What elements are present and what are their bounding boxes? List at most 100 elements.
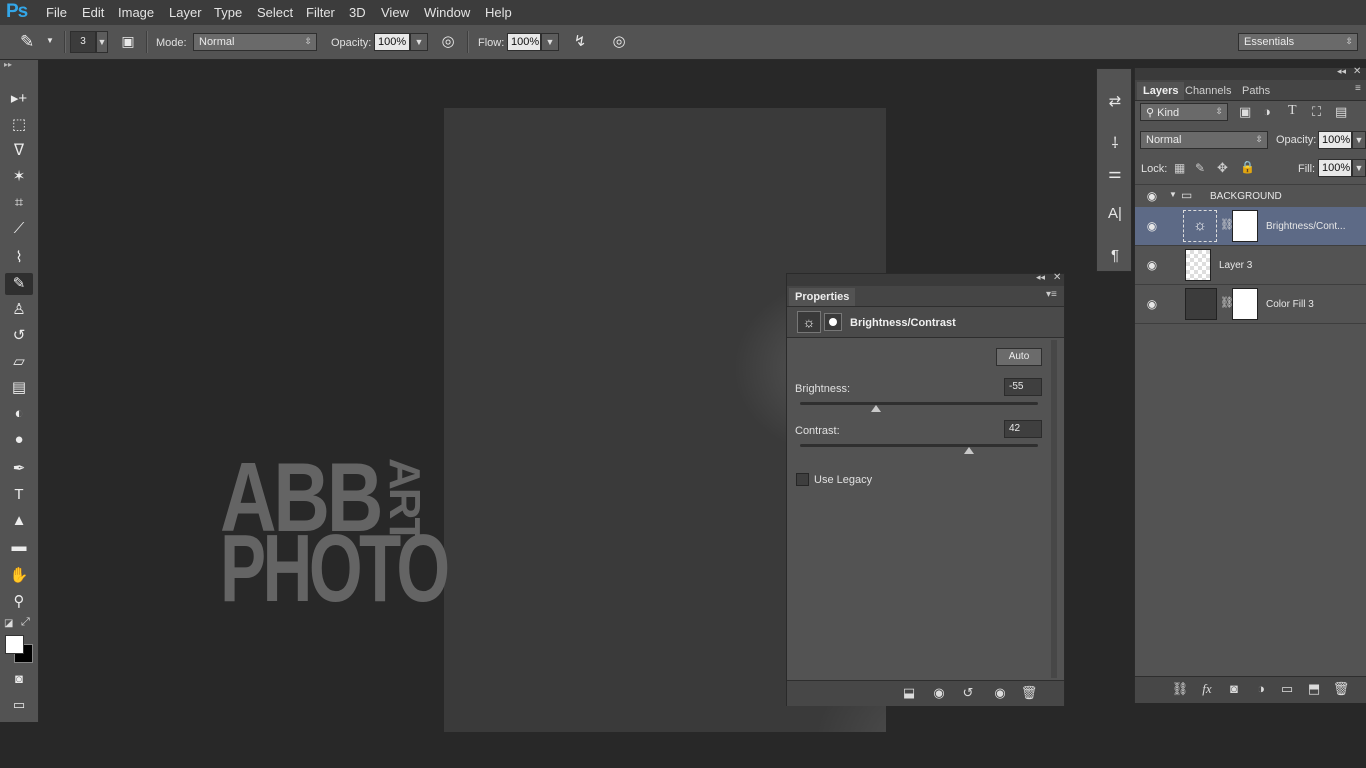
menu-layer[interactable]: Layer <box>169 5 202 20</box>
menu-edit[interactable]: Edit <box>82 5 104 20</box>
layer-opacity-dropdown[interactable]: ▼ <box>1352 131 1366 149</box>
lock-all-icon[interactable]: 🔒 <box>1240 160 1255 174</box>
brush-panel-toggle-icon[interactable]: ▣ <box>118 33 138 50</box>
layer-mask-icon[interactable] <box>824 313 842 331</box>
fx-icon[interactable]: fx <box>1198 681 1216 697</box>
gradient-tool-icon[interactable]: ▤ <box>5 377 33 399</box>
menu-3d[interactable]: 3D <box>349 5 366 20</box>
layer-filter-dropdown[interactable]: ⚲ Kind ⇳ <box>1140 103 1228 121</box>
tab-properties[interactable]: Properties <box>789 288 856 306</box>
collapse-panel-icon[interactable]: ◂◂ <box>1036 272 1045 283</box>
lock-transparent-icon[interactable]: ▦ <box>1174 161 1185 175</box>
clip-to-layer-icon[interactable]: ⬓ <box>900 685 918 701</box>
layer-row-color-fill-3[interactable]: ◉ ⛓ Color Fill 3 <box>1135 285 1366 324</box>
brush-preset-dropdown-icon[interactable]: ▼ <box>46 36 54 45</box>
default-colors-icon[interactable]: ◪ <box>4 618 13 629</box>
magic-wand-tool-icon[interactable]: ✶ <box>5 166 33 188</box>
layer-mask-thumbnail[interactable] <box>1232 210 1258 242</box>
opacity-field[interactable]: 100% <box>374 33 410 51</box>
new-layer-icon[interactable]: ⬒ <box>1305 681 1323 697</box>
rectangle-tool-icon[interactable]: ▬ <box>5 536 33 558</box>
layer-group-row[interactable]: ◉ ▼ ▭ BACKGROUND <box>1135 184 1366 208</box>
menu-view[interactable]: View <box>381 5 409 20</box>
eraser-tool-icon[interactable]: ▱ <box>5 351 33 373</box>
zoom-tool-icon[interactable]: ⚲ <box>5 591 33 613</box>
quick-mask-icon[interactable]: ◙ <box>5 668 33 690</box>
menu-select[interactable]: Select <box>257 5 293 20</box>
brightness-adjustment-icon[interactable]: ☼ <box>797 311 821 333</box>
hand-tool-icon[interactable]: ✋ <box>5 565 33 587</box>
auto-button[interactable]: Auto <box>996 348 1042 366</box>
close-icon[interactable]: ✕ <box>1353 66 1361 77</box>
new-adjustment-layer-icon[interactable]: ◑ <box>1252 681 1270 696</box>
add-mask-icon[interactable]: ◙ <box>1225 681 1243 696</box>
brightness-field[interactable]: -55 <box>1004 378 1042 396</box>
crop-tool-icon[interactable]: ⌗ <box>5 192 33 214</box>
filter-smart-object-icon[interactable]: ▤ <box>1335 104 1347 120</box>
view-previous-state-icon[interactable]: ◉ <box>930 685 948 701</box>
blend-mode-dropdown[interactable]: Normal ⇳ <box>1140 131 1268 149</box>
lock-position-icon[interactable]: ✥ <box>1217 160 1228 176</box>
reset-icon[interactable]: ↺ <box>959 685 977 701</box>
lasso-tool-icon[interactable]: ᐁ <box>5 140 33 162</box>
brush-presets-icon[interactable]: ⸸ <box>1103 133 1127 155</box>
marquee-tool-icon[interactable]: ⬚ <box>5 114 33 136</box>
visibility-eye-icon[interactable]: ◉ <box>1142 258 1162 272</box>
filter-type-icon[interactable]: T <box>1288 103 1297 119</box>
history-brush-tool-icon[interactable]: ↺ <box>5 325 33 347</box>
tab-paths[interactable]: Paths <box>1236 82 1276 100</box>
fill-dropdown[interactable]: ▼ <box>1352 159 1366 177</box>
blur-tool-icon[interactable]: ◐ <box>5 403 33 425</box>
menu-file[interactable]: File <box>46 5 67 20</box>
visibility-eye-icon[interactable]: ◉ <box>1142 297 1162 311</box>
flow-dropdown[interactable]: ▼ <box>541 33 559 51</box>
tab-layers[interactable]: Layers <box>1137 82 1185 100</box>
tab-channels[interactable]: Channels <box>1179 82 1237 100</box>
contrast-slider-thumb[interactable] <box>963 447 974 454</box>
mode-dropdown[interactable]: Normal ⇳ <box>193 33 317 51</box>
workspace-dropdown[interactable]: Essentials ⇳ <box>1238 33 1358 51</box>
panel-menu-icon[interactable]: ▾≡ <box>1046 289 1057 300</box>
menu-filter[interactable]: Filter <box>306 5 335 20</box>
path-selection-tool-icon[interactable]: ▲ <box>5 510 33 532</box>
fill-field[interactable]: 100% <box>1318 159 1352 177</box>
expand-triangle-icon[interactable]: ▼ <box>1169 190 1177 199</box>
dodge-tool-icon[interactable]: ● <box>5 429 33 451</box>
layer-row-layer-3[interactable]: ◉ Layer 3 <box>1135 246 1366 285</box>
brightness-slider-track[interactable] <box>800 402 1038 405</box>
eyedropper-tool-icon[interactable]: ⟋ <box>5 218 33 240</box>
collapse-panel-icon[interactable]: ◂◂ <box>1337 66 1346 77</box>
properties-scrollbar[interactable] <box>1051 340 1057 678</box>
brush-size-dropdown[interactable]: ▼ <box>96 31 108 53</box>
menu-image[interactable]: Image <box>118 5 154 20</box>
clone-stamp-tool-icon[interactable]: ♙ <box>5 299 33 321</box>
close-icon[interactable]: ✕ <box>1053 272 1061 283</box>
delete-layer-icon[interactable]: 🗑 <box>1332 681 1350 697</box>
pressure-opacity-icon[interactable]: ◎ <box>438 32 458 50</box>
pen-tool-icon[interactable]: ✒ <box>5 458 33 480</box>
collapse-icon[interactable]: ▸▸ <box>4 60 12 69</box>
contrast-field[interactable]: 42 <box>1004 420 1042 438</box>
layer-row-brightness-contrast[interactable]: ◉ ☼ ⛓ Brightness/Cont... <box>1135 207 1366 246</box>
brush-size-field[interactable]: 3 <box>70 31 96 53</box>
move-tool-icon[interactable]: ▸+ <box>5 88 33 110</box>
filter-shape-icon[interactable]: ⛶ <box>1312 104 1321 120</box>
type-tool-icon[interactable]: T <box>5 484 33 506</box>
layer-mask-thumbnail[interactable] <box>1232 288 1258 320</box>
flow-field[interactable]: 100% <box>507 33 541 51</box>
visibility-eye-icon[interactable]: ◉ <box>1142 219 1162 233</box>
character-panel-icon[interactable]: A| <box>1103 203 1127 225</box>
brush-panel-icon[interactable]: ⚌ <box>1103 163 1127 185</box>
foreground-color-swatch[interactable] <box>5 635 24 654</box>
brush-tool-icon[interactable]: ✎ <box>5 273 33 295</box>
link-layers-icon[interactable]: ⛓ <box>1171 681 1189 697</box>
opacity-dropdown[interactable]: ▼ <box>410 33 428 51</box>
visibility-eye-icon[interactable]: ◉ <box>1142 189 1162 203</box>
panel-header-strip[interactable]: ◂◂ ✕ <box>1135 66 1366 80</box>
new-group-icon[interactable]: ▭ <box>1278 681 1296 697</box>
filter-pixel-icon[interactable]: ▣ <box>1239 104 1251 120</box>
menu-help[interactable]: Help <box>485 5 512 20</box>
paragraph-panel-icon[interactable]: ¶ <box>1103 245 1127 267</box>
panel-menu-icon[interactable]: ≡ <box>1355 83 1361 94</box>
layer-opacity-field[interactable]: 100% <box>1318 131 1352 149</box>
